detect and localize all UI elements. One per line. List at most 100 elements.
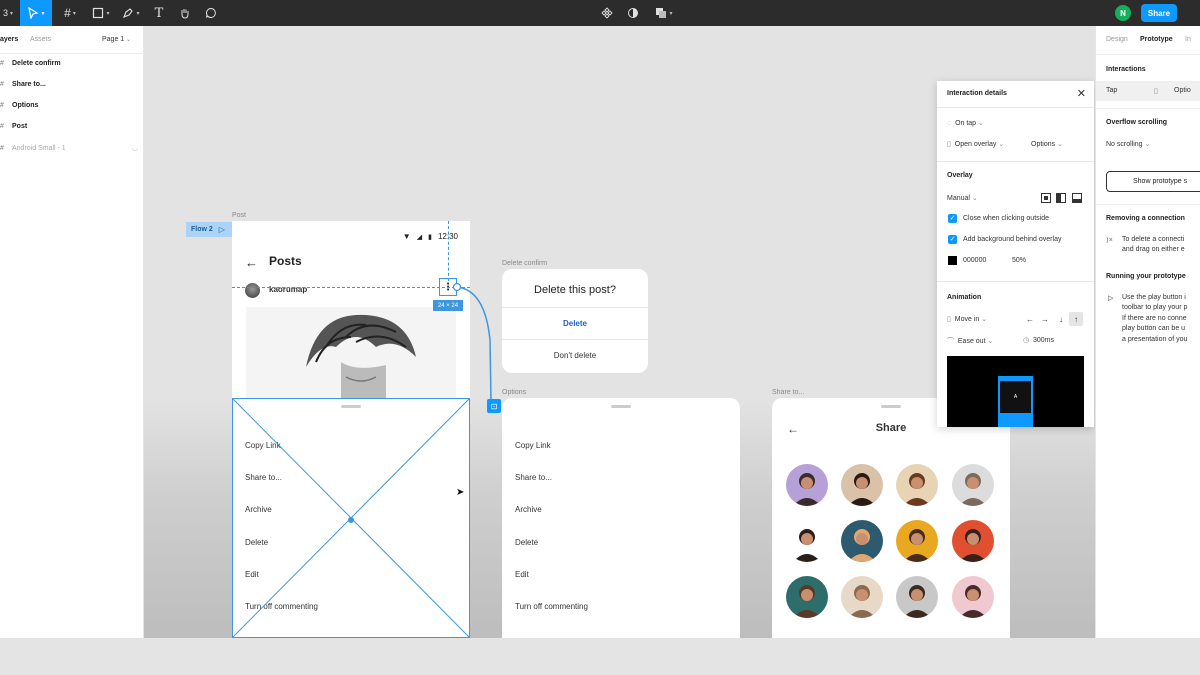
options-frame[interactable]: Copy Link Share to... Archive Delete Edi…: [502, 398, 740, 638]
layer-delete-confirm[interactable]: # Delete confirm: [0, 56, 61, 70]
interaction-row[interactable]: Tap ▯ Optio: [1096, 81, 1200, 101]
share-button[interactable]: Share: [1141, 4, 1177, 22]
interaction-details-popover: Interaction details ✕ ◌ On tap ⌄ ▯ Open …: [937, 81, 1094, 427]
tab-layers[interactable]: ayers: [0, 36, 18, 43]
contact-avatar[interactable]: [896, 520, 938, 562]
contact-avatar[interactable]: [896, 576, 938, 618]
bg-color-value[interactable]: 000000: [963, 257, 986, 264]
contact-avatar[interactable]: [896, 464, 938, 506]
add-background-checkbox[interactable]: ✓: [948, 235, 957, 244]
running-heading: Running your prototype: [1106, 273, 1186, 280]
frame-label-share-to[interactable]: Share to...: [772, 389, 804, 396]
sheet-item-share-to[interactable]: Share to...: [515, 473, 552, 482]
layer-android-small[interactable]: # Android Small - 1 ◡: [0, 141, 138, 155]
contact-avatar[interactable]: [952, 464, 994, 506]
tab-inspect[interactable]: In: [1185, 36, 1191, 43]
contact-avatar[interactable]: [786, 464, 828, 506]
duration-field[interactable]: ◷ 300ms: [1023, 336, 1054, 344]
tab-design[interactable]: Design: [1106, 36, 1128, 43]
position-dropdown[interactable]: Manual ⌄: [947, 194, 978, 202]
show-prototype-settings-button[interactable]: Show prototype s: [1106, 171, 1200, 192]
direction-right-icon[interactable]: →: [1038, 312, 1052, 326]
user-avatar[interactable]: N: [1115, 5, 1131, 21]
direction-left-icon[interactable]: ←: [1023, 312, 1037, 326]
layer-post[interactable]: # Post: [0, 119, 27, 133]
comment-tool-icon[interactable]: [202, 0, 220, 26]
position-bottom-icon[interactable]: [1072, 193, 1082, 203]
share-to-frame[interactable]: ← Share: [772, 398, 1010, 638]
mask-icon[interactable]: [624, 0, 642, 26]
back-arrow-icon[interactable]: ←: [245, 255, 258, 270]
layer-share-to[interactable]: # Share to...: [0, 77, 46, 91]
close-icon[interactable]: ✕: [1077, 87, 1086, 100]
close-outside-checkbox[interactable]: ✓: [948, 214, 957, 223]
overlay-icon: ▯: [1154, 88, 1158, 95]
contact-avatar[interactable]: [952, 576, 994, 618]
running-text-line: a presentation of you: [1122, 336, 1188, 343]
contact-avatar[interactable]: [841, 464, 883, 506]
hand-tool-icon[interactable]: [176, 0, 194, 26]
chevron-down-icon: ⌄: [971, 195, 978, 202]
frame-tool-button[interactable]: # ▾: [56, 0, 84, 26]
layer-options[interactable]: # Options: [0, 98, 38, 112]
position-center-icon[interactable]: [1041, 193, 1051, 203]
curve-icon: ⌒: [947, 338, 954, 345]
post-frame[interactable]: ▼ ◢ ▮ 12:30 ← Posts kaorumap ⋮: [232, 221, 470, 401]
position-left-icon[interactable]: [1056, 193, 1066, 203]
animation-type-dropdown[interactable]: ▯ Move in ⌄: [947, 315, 987, 323]
component-icon[interactable]: [598, 0, 616, 26]
contact-avatar[interactable]: [786, 520, 828, 562]
animation-heading: Animation: [947, 294, 982, 301]
trigger-dropdown[interactable]: ◌ On tap ⌄: [947, 119, 984, 127]
frame-label-post[interactable]: Post: [232, 212, 246, 219]
rectangle-icon: [93, 7, 104, 19]
layer-label: Post: [12, 122, 28, 130]
avatar[interactable]: [245, 283, 260, 298]
action-label: Open overlay: [954, 141, 997, 148]
options-dropdown[interactable]: Options ⌄: [1031, 140, 1063, 148]
removing-text-line: To delete a connecti: [1122, 236, 1185, 243]
sheet-item-delete[interactable]: Delete: [515, 538, 538, 547]
contact-avatar[interactable]: [786, 576, 828, 618]
direction-down-icon[interactable]: ↓: [1054, 312, 1068, 326]
easing-dropdown[interactable]: ⌒ Ease out ⌄: [947, 336, 993, 346]
tab-prototype[interactable]: Prototype: [1140, 36, 1173, 43]
options-label: Options: [1031, 141, 1056, 148]
play-icon: ▷: [1108, 295, 1114, 302]
dont-delete-button[interactable]: Don't delete: [502, 351, 648, 360]
hidden-eye-icon[interactable]: ◡: [132, 144, 138, 152]
shape-tool-button[interactable]: ▾: [88, 0, 114, 26]
layers-panel-tabs: ayers Assets Page 1 ⌄: [0, 26, 144, 54]
sheet-item-copy-link[interactable]: Copy Link: [515, 441, 551, 450]
overlay-heading: Overlay: [947, 172, 973, 179]
contact-avatar[interactable]: [841, 576, 883, 618]
frame-label-delete-confirm[interactable]: Delete confirm: [502, 260, 547, 267]
overlay-placeholder-selection[interactable]: [232, 398, 470, 638]
pen-tool-button[interactable]: ▾: [118, 0, 144, 26]
sheet-item-archive[interactable]: Archive: [515, 505, 542, 514]
color-swatch[interactable]: [948, 256, 957, 265]
action-dropdown[interactable]: ▯ Open overlay ⌄: [947, 140, 1004, 148]
boolean-icon[interactable]: ▾: [650, 0, 678, 26]
divider: [937, 161, 1094, 162]
divider: [502, 339, 648, 340]
flow-starting-point[interactable]: Flow 2 ▷: [186, 222, 232, 237]
contact-avatar[interactable]: [841, 520, 883, 562]
move-tool-button[interactable]: ▾: [20, 0, 52, 26]
prototype-connection[interactable]: [440, 280, 510, 410]
text-tool-icon[interactable]: T: [150, 0, 168, 26]
delete-button[interactable]: Delete: [502, 319, 648, 328]
connection-endpoint-icon[interactable]: ⊡: [487, 399, 501, 413]
tab-assets[interactable]: Assets: [30, 36, 51, 43]
bg-opacity-value[interactable]: 50%: [1012, 257, 1026, 264]
page-selector[interactable]: Page 1 ⌄: [102, 36, 131, 43]
overflow-dropdown[interactable]: No scrolling ⌄: [1106, 140, 1150, 148]
sheet-item-turn-off-commenting[interactable]: Turn off commenting: [515, 602, 588, 611]
animation-type-label: Move in: [954, 316, 980, 323]
sheet-item-edit[interactable]: Edit: [515, 570, 529, 579]
main-menu-icon[interactable]: 3 ▾: [0, 0, 16, 26]
contact-avatar[interactable]: [952, 520, 994, 562]
clock-icon: ◷: [1023, 337, 1030, 344]
direction-up-icon[interactable]: ↑: [1069, 312, 1083, 326]
delete-confirm-frame[interactable]: Delete this post? Delete Don't delete: [502, 269, 648, 373]
